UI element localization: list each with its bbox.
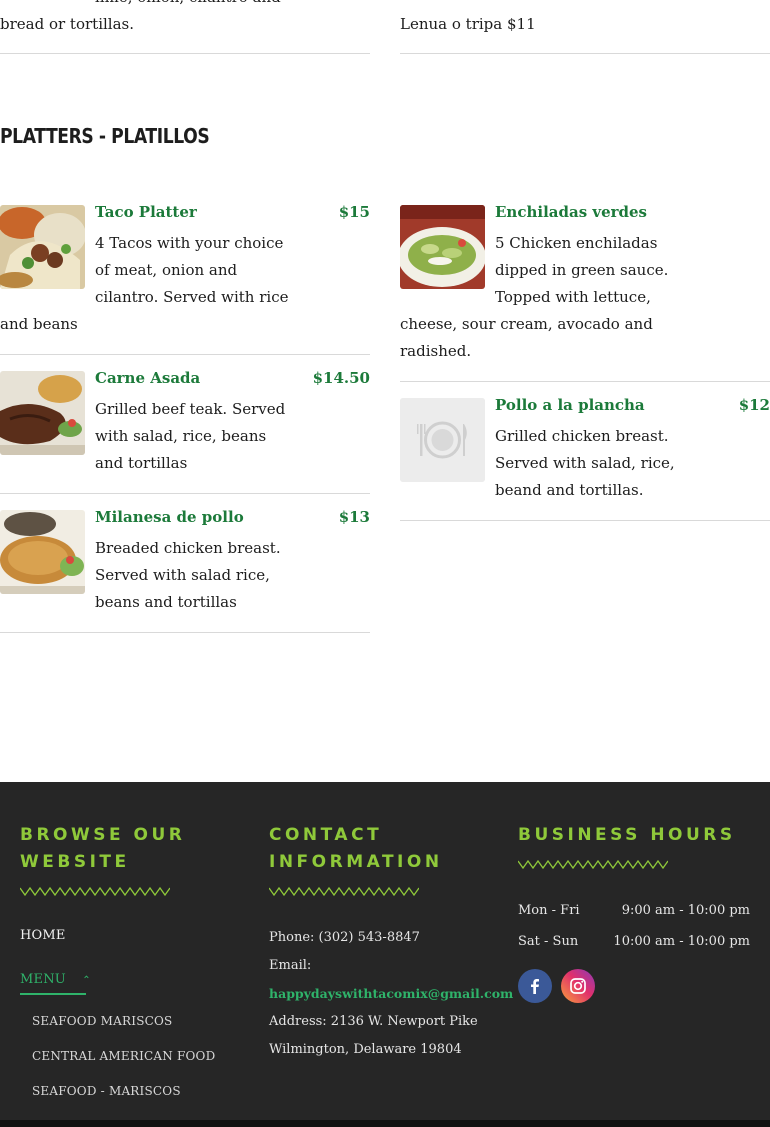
menu-item-pollo-a-la-plancha[interactable]: Pollo a la plancha $12 Grilled chicken b…	[400, 396, 770, 499]
footer-link-menu[interactable]: MENU ⌃	[20, 972, 91, 987]
footer-sublink-central-american-food[interactable]: CENTRAL AMERICAN FOOD	[32, 1049, 215, 1063]
divider	[400, 381, 770, 382]
contact-phone: Phone: (302) 543-8847	[269, 930, 420, 945]
instagram-icon[interactable]	[561, 969, 595, 1003]
browse-heading: BROWSE OUR WEBSITE	[20, 825, 186, 872]
zigzag-divider	[518, 859, 668, 870]
item-name: Enchiladas verdes	[495, 203, 648, 221]
hours-days: Sat - Sun	[518, 934, 579, 949]
item-price: $14.50	[312, 369, 370, 387]
previous-item-description: lime, onion, cilantro and bread or torti…	[0, 0, 281, 33]
item-description: 5 Chicken enchiladas dipped in green sau…	[400, 234, 669, 360]
divider	[400, 53, 770, 54]
hours-time: 10:00 am - 10:00 pm	[613, 934, 750, 949]
business-hours-heading: BUSINESS HOURS	[518, 825, 736, 845]
contact-heading: CONTACT INFORMATION	[269, 825, 443, 872]
divider	[400, 520, 770, 521]
item-description: Breaded chicken breast. Served with sala…	[95, 539, 281, 611]
divider	[0, 632, 370, 633]
item-name: Taco Platter	[95, 203, 197, 221]
hours-time: 9:00 am - 10:00 pm	[621, 903, 750, 918]
item-name: Carne Asada	[95, 369, 201, 387]
zigzag-divider	[269, 886, 419, 897]
contact-city: Wilmington, Delaware 19804	[269, 1042, 462, 1057]
contact-email-label: Email:	[269, 958, 312, 973]
item-description: Grilled chicken breast. Served with sala…	[495, 427, 675, 499]
menu-item-enchiladas-verdes[interactable]: Enchiladas verdes 5 Chicken enchiladas d…	[400, 203, 770, 360]
footer-link-home[interactable]: HOME	[20, 928, 66, 943]
facebook-icon[interactable]	[518, 969, 552, 1003]
divider	[0, 53, 370, 54]
item-description: 4 Tacos with your choice of meat, onion …	[0, 234, 289, 333]
divider	[0, 493, 370, 494]
item-name: Pollo a la plancha	[495, 396, 645, 414]
menu-item-milanesa-de-pollo[interactable]: Milanesa de pollo $13 Breaded chicken br…	[0, 508, 370, 611]
previous-item-price-line: Lenua o tripa $11	[400, 15, 536, 33]
chevron-up-icon[interactable]: ⌃	[82, 975, 91, 986]
menu-active-underline	[20, 993, 86, 995]
menu-item-carne-asada[interactable]: Carne Asada $14.50 Grilled beef teak. Se…	[0, 369, 370, 472]
section-title: PLATTERS - PLATILLOS	[0, 124, 210, 148]
item-price: $12	[738, 396, 770, 414]
contact-email-link[interactable]: happydayswithtacomix@gmail.com	[269, 986, 513, 1001]
footer-sublink-seafood-mariscos-2[interactable]: SEAFOOD - MARISCOS	[32, 1084, 181, 1098]
footer-sublink-seafood-mariscos[interactable]: SEAFOOD MARISCOS	[32, 1014, 172, 1028]
divider	[0, 354, 370, 355]
hours-days: Mon - Fri	[518, 903, 580, 918]
footer-bottom-bar	[0, 1120, 770, 1127]
contact-address: Address: 2136 W. Newport Pike	[269, 1014, 478, 1029]
zigzag-divider	[20, 886, 170, 897]
menu-item-taco-platter[interactable]: Taco Platter $15 4 Tacos with your choic…	[0, 203, 370, 333]
item-price: $13	[338, 508, 370, 526]
item-description: Grilled beef teak. Served with salad, ri…	[95, 400, 286, 472]
item-name: Milanesa de pollo	[95, 508, 244, 526]
item-price: $15	[338, 203, 370, 221]
